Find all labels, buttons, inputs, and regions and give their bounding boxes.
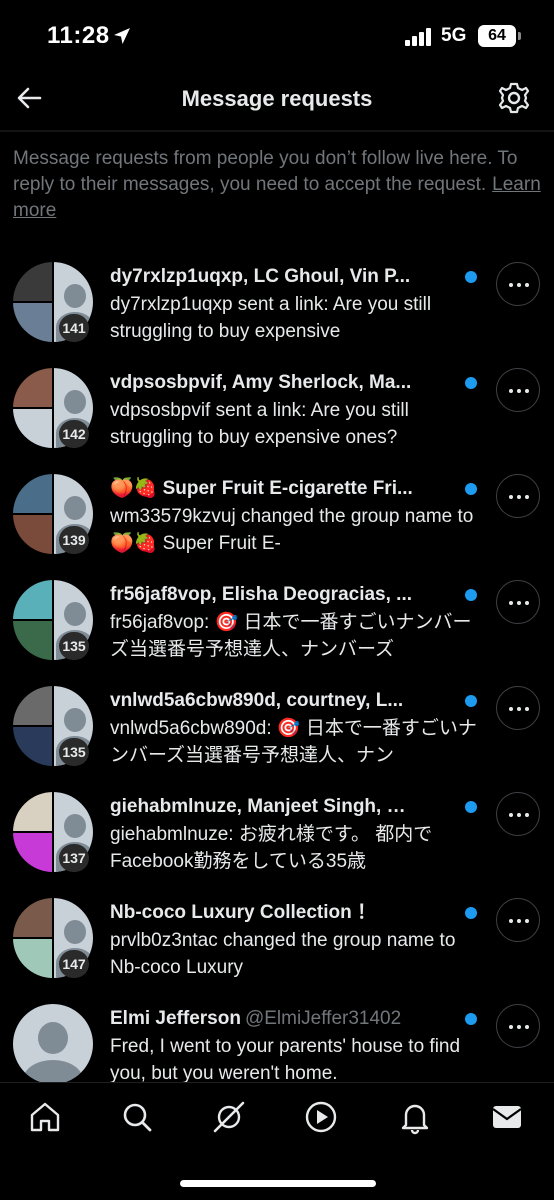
list-item[interactable]: 137 giehabmlnuze, Manjeet Singh, … gieha… (0, 780, 554, 886)
list-item[interactable]: 135 fr56jaf8vop, Elisha Deogracias, ... … (0, 568, 554, 674)
message-preview: fr56jaf8vop: 🎯 日本で一番すごいナンバーズ当選番号予想達人、ナンバ… (110, 612, 472, 660)
network-type: 5G (441, 25, 467, 46)
notifications-icon[interactable] (397, 1099, 433, 1135)
avatar (13, 1004, 93, 1084)
message-request-list: 141 dy7rxlzp1uqxp, LC Ghoul, Vin P... dy… (0, 250, 554, 1098)
member-count-badge: 147 (59, 950, 89, 978)
conversation-title: dy7rxlzp1uqxp, LC Ghoul, Vin P... (110, 266, 411, 287)
header-divider (0, 130, 554, 132)
location-arrow-icon (114, 28, 130, 44)
header: Message requests (0, 72, 554, 130)
status-bar: 11:28 5G 64 (0, 0, 554, 72)
message-preview: prvlb0z3ntac changed the group name to N… (110, 930, 456, 978)
unread-dot (465, 589, 477, 601)
message-preview: vnlwd5a6cbw890d: 🎯 日本で一番すごいナンバーズ当選番号予想達人… (110, 718, 477, 766)
conversation-title: giehabmlnuze, Manjeet Singh, … (110, 796, 406, 817)
list-item[interactable]: 135 vnlwd5a6cbw890d, courtney, L... vnlw… (0, 674, 554, 780)
signal-strength-icon (405, 28, 433, 46)
unread-dot (465, 483, 477, 495)
list-item[interactable]: 142 vdpsosbpvif, Amy Sherlock, Ma... vdp… (0, 356, 554, 462)
grok-icon[interactable] (211, 1099, 247, 1135)
message-preview: dy7rxlzp1uqxp sent a link: Are you still… (110, 294, 432, 342)
message-preview: wm33579kzvuj changed the group name to 🍑… (110, 506, 474, 554)
more-options-button[interactable] (496, 686, 540, 730)
more-options-button[interactable] (496, 262, 540, 306)
unread-dot (465, 907, 477, 919)
list-item[interactable]: 139 🍑🍓 Super Fruit E-cigarette Fri... wm… (0, 462, 554, 568)
more-options-button[interactable] (496, 368, 540, 412)
page-title: Message requests (181, 86, 373, 111)
gear-icon[interactable] (496, 80, 532, 116)
messages-icon[interactable] (489, 1099, 525, 1135)
member-count-badge: 142 (59, 420, 89, 448)
unread-dot (465, 801, 477, 813)
more-options-button[interactable] (496, 474, 540, 518)
user-handle: @ElmiJeffer31402 (244, 1008, 402, 1029)
member-count-badge: 137 (59, 844, 89, 872)
conversation-title: fr56jaf8vop, Elisha Deogracias, ... (110, 584, 413, 605)
message-preview: giehabmlnuze: お疲れ様です。 都内でFacebook勤務をしている… (110, 824, 433, 872)
conversation-title: vnlwd5a6cbw890d, courtney, L... (110, 690, 404, 711)
list-item[interactable]: 147 Nb-coco Luxury Collection ！ prvlb0z3… (0, 886, 554, 992)
member-count-badge: 135 (59, 738, 89, 766)
message-preview: vdpsosbpvif sent a link: Are you still s… (110, 400, 409, 448)
conversation-title: Nb-coco Luxury Collection ！ (110, 902, 377, 923)
more-options-button[interactable] (496, 792, 540, 836)
member-count-badge: 135 (59, 632, 89, 660)
unread-dot (465, 1013, 477, 1025)
info-description: Message requests from people you don’t f… (13, 148, 518, 195)
member-count-badge: 141 (59, 314, 89, 342)
more-options-button[interactable] (496, 580, 540, 624)
more-options-button[interactable] (496, 898, 540, 942)
home-icon[interactable] (27, 1099, 63, 1135)
member-count-badge: 139 (59, 526, 89, 554)
unread-dot (465, 271, 477, 283)
more-options-button[interactable] (496, 1004, 540, 1048)
info-text: Message requests from people you don’t f… (13, 146, 543, 224)
status-time: 11:28 (47, 22, 110, 49)
video-icon[interactable] (303, 1099, 339, 1135)
conversation-title: vdpsosbpvif, Amy Sherlock, Ma... (110, 372, 412, 393)
message-preview: Fred, I went to your parents' house to f… (110, 1036, 461, 1084)
home-indicator (180, 1180, 376, 1187)
search-icon[interactable] (119, 1099, 155, 1135)
conversation-title: Elmi Jefferson @ElmiJeffer31402 (110, 1008, 402, 1029)
unread-dot (465, 377, 477, 389)
unread-dot (465, 695, 477, 707)
conversation-title: 🍑🍓 Super Fruit E-cigarette Fri... (110, 478, 413, 499)
battery-icon: 64 (478, 25, 521, 47)
list-item[interactable]: 141 dy7rxlzp1uqxp, LC Ghoul, Vin P... dy… (0, 250, 554, 356)
